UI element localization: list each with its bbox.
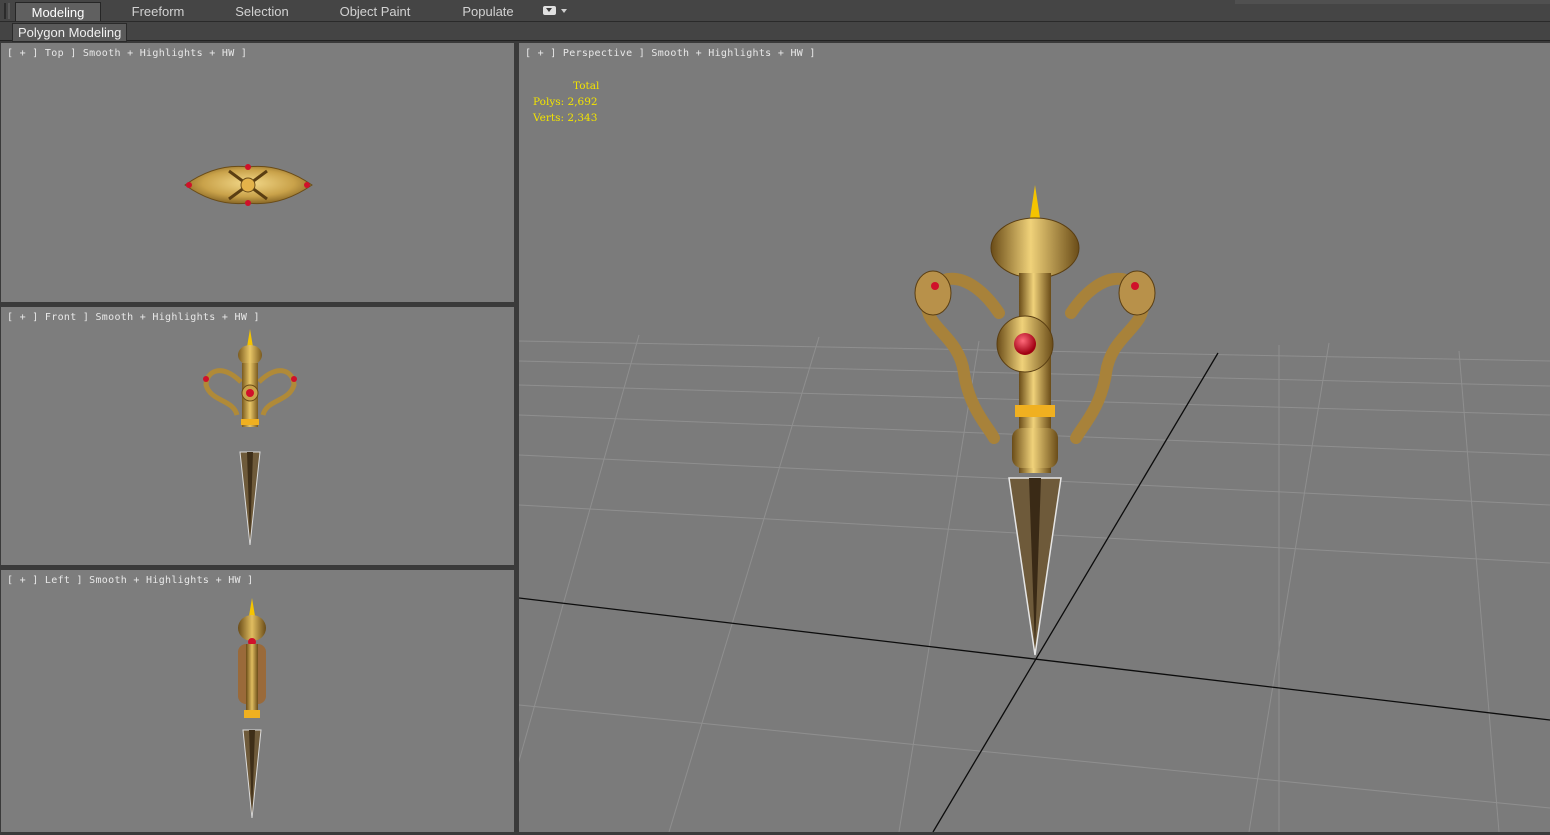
statistics-overlay: Total Polys: 2,692 Verts: 2,343 [533, 78, 599, 126]
tab-populate[interactable]: Populate [449, 2, 527, 21]
model-perspective-view [914, 185, 1156, 656]
viewport-front[interactable]: [ + ] Front ] Smooth + Highlights + HW ] [1, 307, 514, 565]
ribbon-empty-strip [1235, 0, 1550, 4]
chevron-down-icon [561, 9, 567, 13]
stats-verts: Verts: 2,343 [533, 112, 598, 124]
model-front-view [203, 329, 297, 546]
viewport-perspective[interactable]: [ + ] Perspective ] Smooth + Highlights … [519, 43, 1550, 832]
ribbon-grip-handle[interactable] [4, 3, 10, 19]
viewport-left[interactable]: [ + ] Left ] Smooth + Highlights + HW ] [1, 570, 514, 832]
tab-object-paint[interactable]: Object Paint [331, 2, 419, 21]
model-top-view [184, 164, 313, 206]
ribbon-panel-bar: Polygon Modeling [0, 22, 1550, 42]
viewport-label-perspective[interactable]: [ + ] Perspective ] Smooth + Highlights … [525, 48, 816, 59]
model-left-view [238, 598, 266, 819]
stats-polys: Polys: 2,692 [533, 96, 598, 108]
tab-modeling[interactable]: Modeling [15, 2, 101, 21]
polygon-modeling-button[interactable]: Polygon Modeling [12, 23, 128, 42]
ribbon-tab-bar: Modeling Freeform Selection Object Paint… [0, 0, 1550, 22]
ribbon-options-dropdown[interactable] [543, 5, 569, 17]
dropdown-icon [543, 6, 556, 15]
viewport-top[interactable]: [ + ] Top ] Smooth + Highlights + HW ] [1, 43, 514, 302]
tab-freeform[interactable]: Freeform [118, 2, 198, 21]
tab-selection[interactable]: Selection [222, 2, 302, 21]
stats-header: Total [573, 80, 600, 92]
